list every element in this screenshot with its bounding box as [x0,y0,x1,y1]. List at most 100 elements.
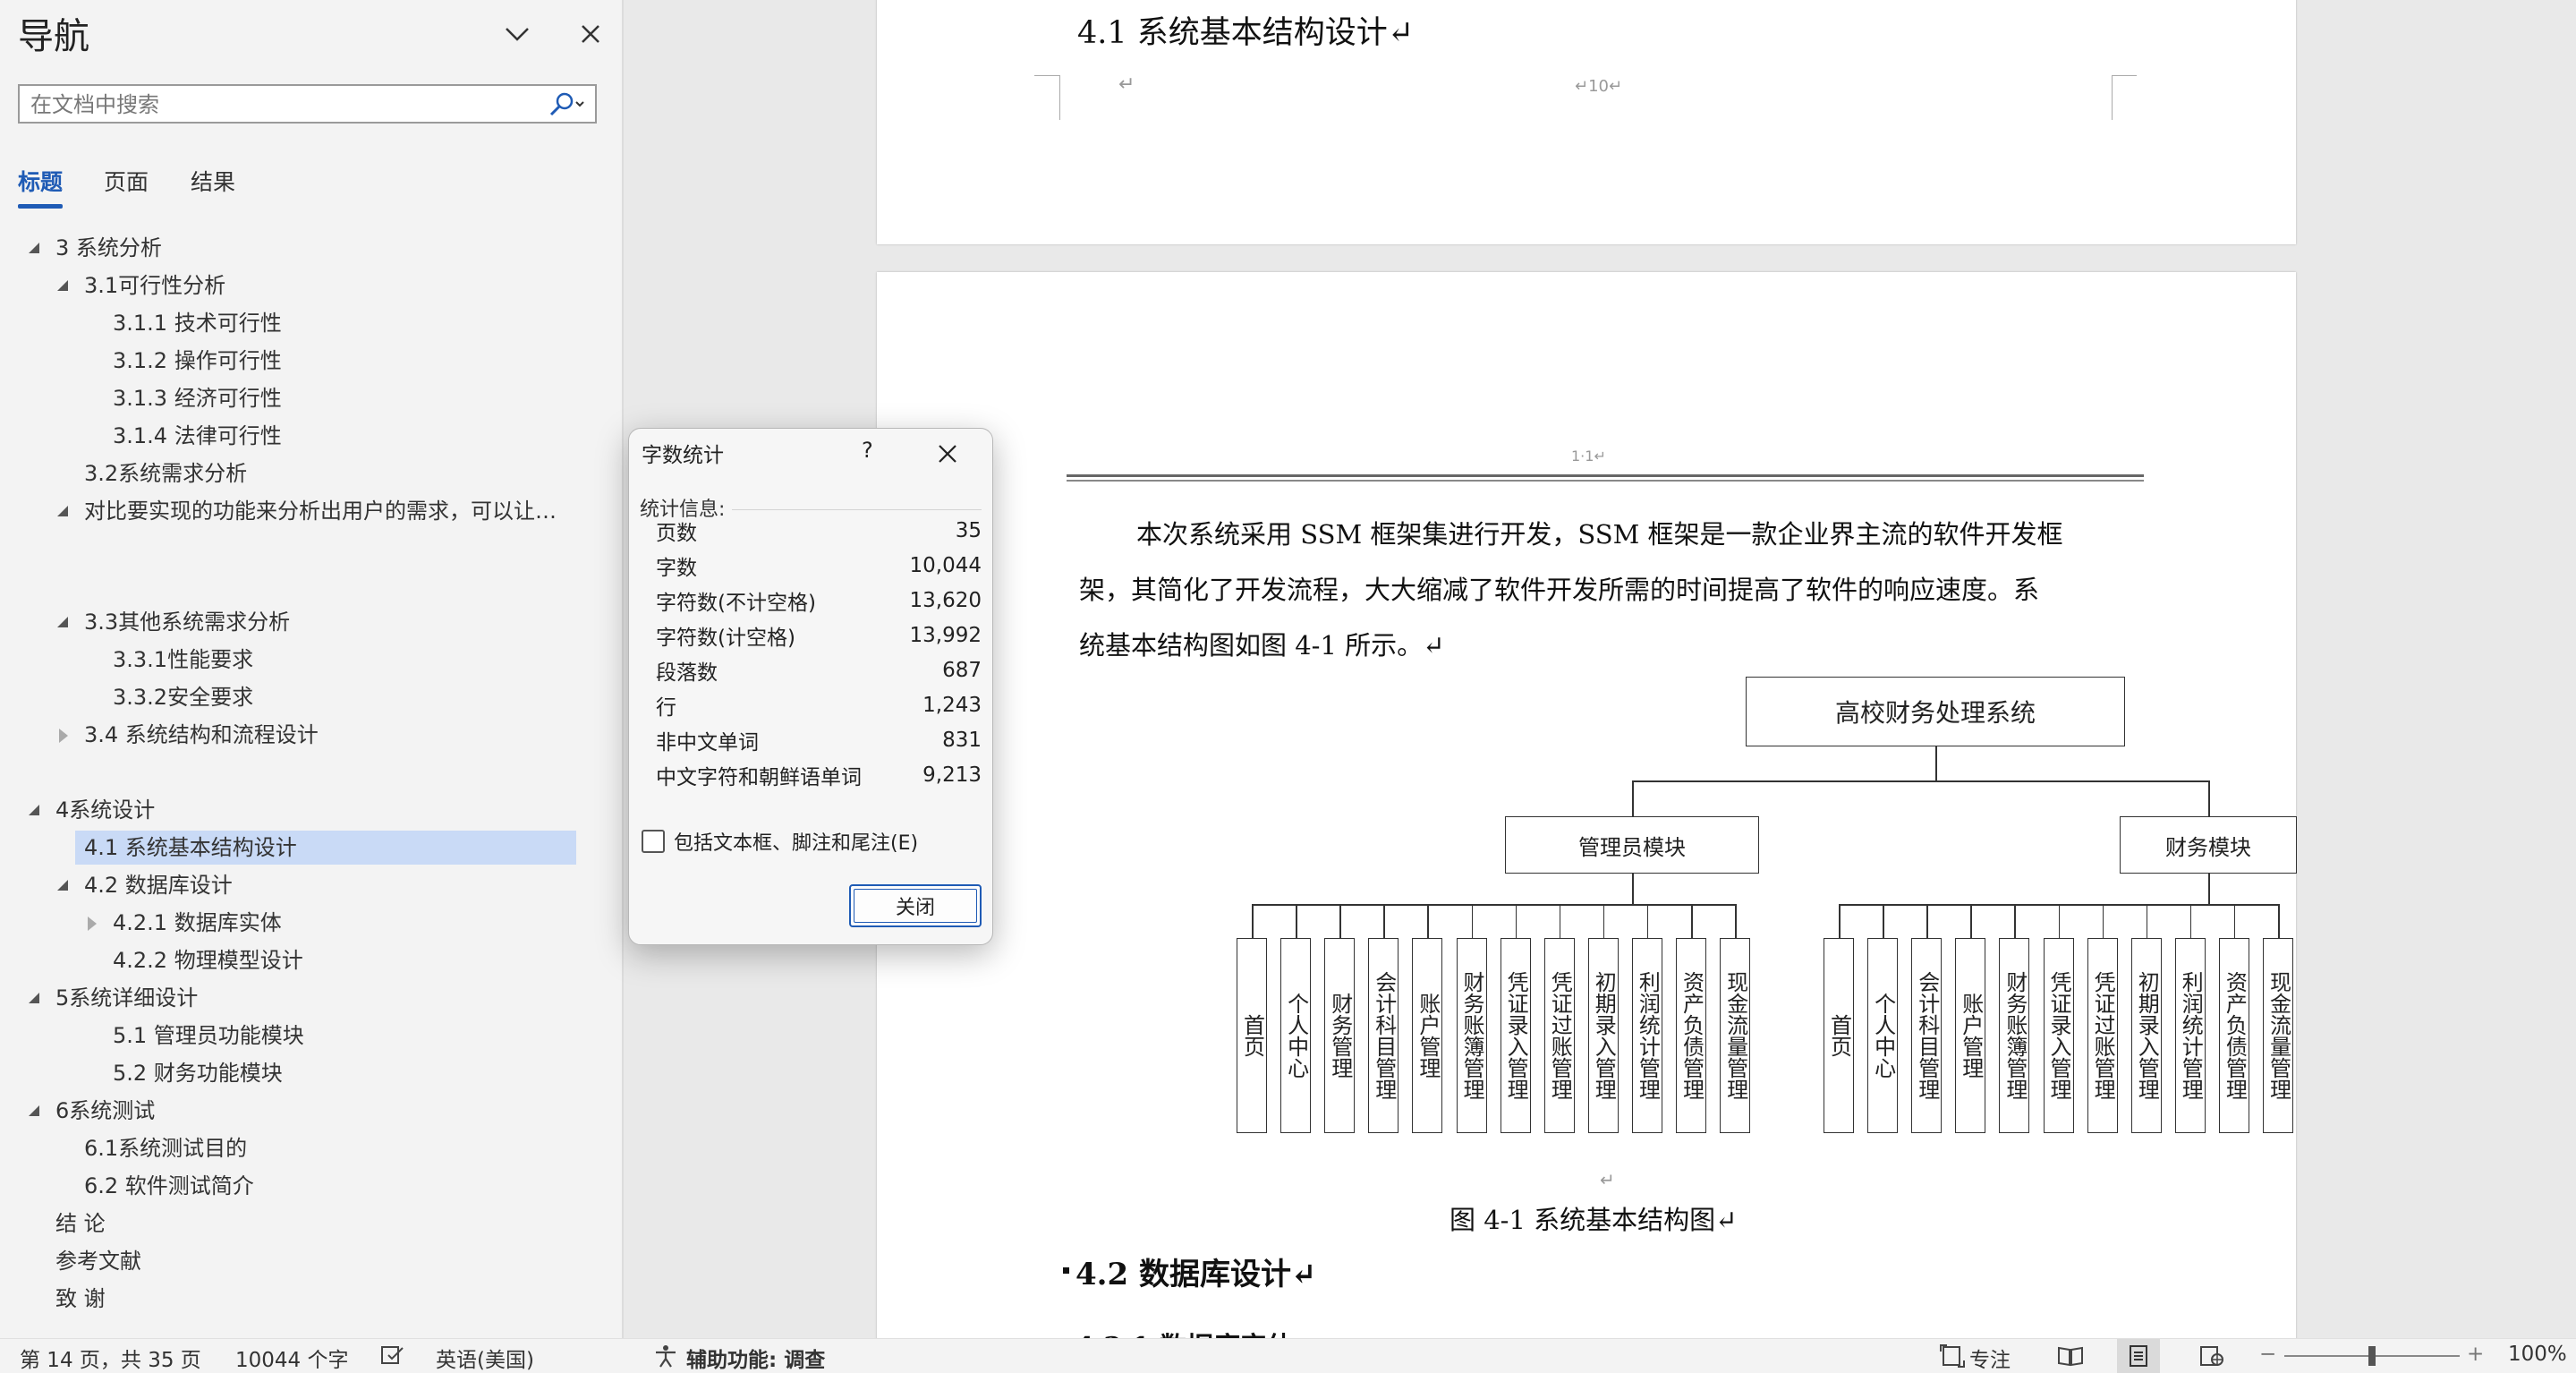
stat-value: 1,243 [922,693,982,717]
heading-item[interactable]: 5.2 财务功能模块 [0,1056,591,1090]
crop-mark [1034,75,1059,76]
stat-label: 字数 [656,556,697,580]
crop-mark [1059,75,1060,120]
section-heading-4-2: 4.2 数据库设计↵ [1075,1257,1317,1292]
heading-item[interactable]: 3.2系统需求分析 [0,456,591,490]
diagram-connector [1970,904,1972,938]
accessibility-status[interactable]: 辅助功能: 调查 [686,1343,825,1373]
heading-item-label: 结 论 [55,1211,106,1236]
heading-item-label: 参考文献 [55,1249,141,1274]
collapsed-triangle-icon[interactable] [88,917,97,931]
expanded-triangle-icon[interactable] [29,993,39,1003]
heading-item[interactable]: 6系统测试 [0,1094,591,1128]
print-layout-icon[interactable] [2117,1339,2160,1373]
diagram-leaf-box: 账户管理 [1955,938,1986,1133]
stat-value: 35 [955,518,982,542]
zoom-out-button[interactable]: − [2259,1343,2276,1366]
zoom-level[interactable]: 100% [2508,1343,2567,1366]
heading-item-label: 3.3.2安全要求 [113,685,254,710]
crop-mark [2112,75,2137,76]
heading-item-label: 4.1 系统基本结构设计 [84,835,297,860]
diagram-connector [1252,904,1254,938]
focus-icon[interactable] [1940,1344,1965,1373]
nav-search-input[interactable] [29,90,533,120]
heading-item[interactable]: 4.2 数据库设计 [0,868,591,902]
stat-label: 非中文单词 [656,730,759,755]
diagram-leaf-box: 财务账簿管理 [1999,938,2030,1133]
heading-item[interactable]: 3.3.1性能要求 [0,643,591,677]
heading-item[interactable]: 4.2.1 数据库实体 [0,906,591,940]
heading-item[interactable]: 4.1 系统基本结构设计 [75,831,576,865]
heading-item[interactable]: 5.1 管理员功能模块 [0,1019,591,1053]
document-page-previous: 4.1 系统基本结构设计↵ ↵ ↵10↵ [877,0,2296,244]
diagram-leaf-box: 财务管理 [1324,938,1356,1133]
proofing-icon[interactable] [379,1344,404,1371]
dialog-close-icon[interactable] [931,438,964,470]
page-indicator[interactable]: 第 14 页，共 35 页 [20,1343,201,1373]
word-count-indicator[interactable]: 10044 个字 [235,1343,348,1373]
stat-row: 页数 35 [656,513,982,548]
heading-item[interactable]: 6.1系统测试目的 [0,1131,591,1165]
expanded-triangle-icon[interactable] [57,880,68,891]
diagram-connector [2233,904,2236,938]
include-textboxes-checkbox[interactable]: 包括文本框、脚注和尾注(E) [642,827,918,856]
stat-label: 字符数(计空格) [656,626,795,650]
nav-search-field[interactable] [18,84,597,124]
heading-item-label: 3.1.2 操作可行性 [113,348,282,373]
close-button[interactable]: 关闭 [849,884,982,927]
accessibility-icon[interactable] [653,1344,678,1373]
checkbox-box[interactable] [642,830,665,853]
expanded-triangle-icon[interactable] [29,805,39,815]
expanded-triangle-icon[interactable] [57,506,68,516]
expanded-triangle-icon[interactable] [29,1105,39,1116]
expanded-triangle-icon[interactable] [57,617,68,627]
diagram-connector [1515,904,1518,938]
heading-item[interactable]: 3.1.2 操作可行性 [0,344,591,378]
heading-item-label: 4.2.1 数据库实体 [113,910,282,935]
heading-item[interactable]: 致 谢 [0,1282,591,1316]
stat-label: 页数 [656,521,697,545]
diagram-leaf-box: 资产负债管理 [1676,938,1706,1133]
heading-item[interactable]: 3 系统分析 [0,231,591,265]
tab-results[interactable]: 结果 [191,165,235,197]
tab-headings[interactable]: 标题 [18,165,63,197]
read-mode-icon[interactable] [2049,1339,2092,1373]
heading-item[interactable]: 对比要实现的功能来分析出用户的需求，可以让管... [0,494,591,528]
help-button[interactable]: ? [862,438,873,463]
heading-item[interactable]: 参考文献 [0,1244,591,1278]
heading-item-label: 3.1可行性分析 [84,273,226,298]
heading-item[interactable]: 3.3其他系统需求分析 [0,605,591,639]
document-page-current: 1·1↵ 本次系统采用 SSM 框架集进行开发，SSM 框架是一款企业界主流的软… [877,272,2297,1338]
heading-item[interactable]: 3.3.2安全要求 [0,680,591,714]
heading-item[interactable]: 6.2 软件测试简介 [0,1169,591,1203]
heading-item[interactable]: 5系统详细设计 [0,981,591,1015]
tab-pages[interactable]: 页面 [104,165,149,197]
expanded-triangle-icon[interactable] [29,243,39,253]
stat-row: 非中文单词 831 [656,722,982,757]
diagram-connector [2102,904,2104,938]
collapsed-triangle-icon[interactable] [59,729,68,743]
section-heading-4-2-1: 4.2.1 数据库实体↵ [1075,1325,1316,1338]
focus-mode-button[interactable]: 专注 [1969,1343,2011,1373]
diagram-leaf-box: 现金流量管理 [2263,938,2293,1133]
language-indicator[interactable]: 英语(美国) [436,1343,534,1373]
nav-close-icon[interactable] [573,16,608,52]
zoom-slider-thumb[interactable] [2368,1346,2376,1366]
web-layout-icon[interactable] [2190,1339,2233,1373]
expanded-triangle-icon[interactable] [57,280,68,291]
heading-item[interactable]: 结 论 [0,1207,591,1241]
heading-item[interactable]: 4系统设计 [0,793,591,827]
heading-item[interactable]: 3.1.1 技术可行性 [0,306,591,340]
heading-item[interactable]: 3.1.4 法律可行性 [0,419,591,453]
search-options-button[interactable] [541,89,591,121]
diagram-connector [1383,904,1385,938]
status-bar: 第 14 页，共 35 页 10044 个字 英语(美国) 辅助功能: 调查 专… [0,1338,2576,1373]
heading-item[interactable]: 3.1.3 经济可行性 [0,381,591,415]
heading-item[interactable]: 4.2.2 物理模型设计 [0,943,591,977]
zoom-in-button[interactable]: + [2467,1343,2484,1366]
heading-item[interactable]: 3.1可行性分析 [0,269,591,303]
nav-options-chevron-icon[interactable] [499,16,535,52]
diagram-module-box: 管理员模块 [1505,816,1759,874]
nav-pane-title: 导航 [18,16,89,57]
heading-item[interactable]: 3.4 系统结构和流程设计 [0,718,591,752]
